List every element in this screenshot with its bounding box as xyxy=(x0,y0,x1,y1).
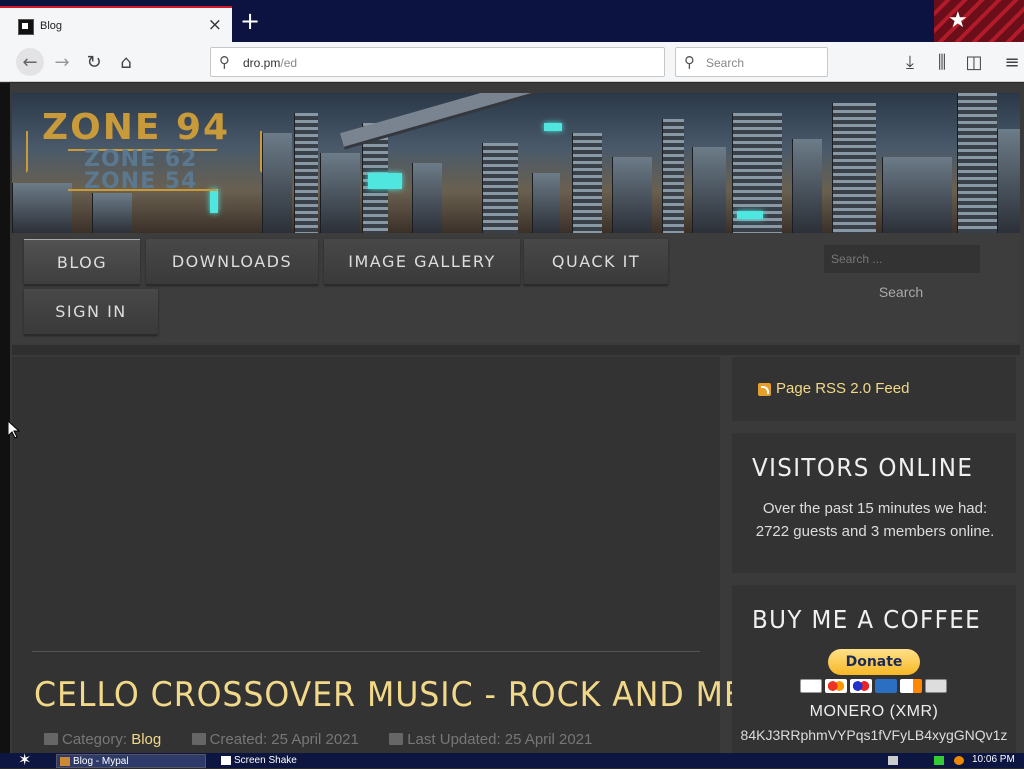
rss-feed-link[interactable]: Page RSS 2.0 Feed xyxy=(776,380,909,397)
divider xyxy=(32,651,700,652)
sidebar: Page RSS 2.0 Feed VISITORS ONLINE Over t… xyxy=(732,357,1016,753)
rss-icon xyxy=(758,383,771,396)
network-icon[interactable] xyxy=(934,756,944,765)
monero-address[interactable]: 84KJ3RRphmVYPqs1fVFyLB4xygGNQv1z xyxy=(732,727,1016,743)
separator xyxy=(12,345,1020,355)
post-title[interactable]: CELLO CROSSOVER MUSIC - ROCK AND METAL xyxy=(34,675,804,715)
browser-search-input[interactable]: ⚲ Search xyxy=(675,47,828,77)
tab-blog[interactable]: Blog × xyxy=(0,6,232,42)
main-content: CELLO CROSSOVER MUSIC - ROCK AND METAL C… xyxy=(12,357,803,753)
web-page: ZONE 94 ZONE 62 ZONE 54 BLOG DOWNLOADS I… xyxy=(0,83,1024,753)
browser-toolbar: ← → ↻ ⌂ ⚲ dro.pm/ed ⚲ Search ⤓ ⫼ ◫ ≡ xyxy=(0,42,1024,82)
sidebar-icon[interactable]: ◫ xyxy=(962,50,986,74)
site-search-input[interactable]: Search ... xyxy=(824,245,980,273)
logo-sub-text-2: ZONE 54 xyxy=(84,169,198,194)
tray-app-icon[interactable] xyxy=(954,756,964,765)
back-button[interactable]: ← xyxy=(16,48,44,76)
mouse-cursor-icon xyxy=(7,419,21,444)
amex-icon xyxy=(875,679,897,693)
category-label: Category: xyxy=(62,731,128,748)
updated-date: Last Updated: 25 April 2021 xyxy=(407,731,593,748)
tab-strip: ★ Blog × + xyxy=(0,0,1024,42)
calendar-icon xyxy=(389,733,404,745)
app-icon xyxy=(221,756,231,765)
keyboard-icon[interactable] xyxy=(888,756,898,765)
nav-item-quack-it[interactable]: QUACK IT xyxy=(524,239,668,285)
calendar-icon xyxy=(191,733,206,745)
site-nav-menu: BLOG DOWNLOADS IMAGE GALLERY QUACK IT SI… xyxy=(12,233,1020,343)
nav-item-blog[interactable]: BLOG xyxy=(24,239,140,285)
browser-icon xyxy=(60,757,70,766)
discover-icon xyxy=(900,679,922,693)
star-icon: ★ xyxy=(948,8,968,33)
taskbar-item-screen-shake[interactable]: Screen Shake xyxy=(218,754,358,768)
coffee-module: BUY ME A COFFEE Donate MONERO (XMR) 84KJ… xyxy=(732,585,1016,753)
home-button[interactable]: ⌂ xyxy=(114,50,138,74)
payment-cards xyxy=(800,679,947,693)
hamburger-menu-icon[interactable]: ≡ xyxy=(1000,50,1024,74)
nav-item-sign-in[interactable]: SIGN IN xyxy=(24,289,158,335)
rss-module: Page RSS 2.0 Feed xyxy=(732,357,1016,421)
reload-button[interactable]: ↻ xyxy=(82,50,106,74)
visitors-text: Over the past 15 minutes we had: 2722 gu… xyxy=(755,500,995,540)
url-text: dro.pm/ed xyxy=(243,56,298,70)
browser-search-placeholder: Search xyxy=(706,56,745,70)
start-menu-icon[interactable]: ✶ xyxy=(18,750,31,769)
download-icon[interactable]: ⤓ xyxy=(898,50,922,74)
visa-icon xyxy=(800,679,822,693)
forward-button[interactable]: → xyxy=(50,50,74,74)
mastercard-icon xyxy=(825,679,847,693)
logo-main-text: ZONE 94 xyxy=(42,107,231,148)
site-favicon-icon xyxy=(18,19,34,35)
site-logo[interactable]: ZONE 94 ZONE 62 ZONE 54 xyxy=(26,107,266,197)
tab-title: Blog xyxy=(40,20,63,32)
donate-button[interactable]: Donate xyxy=(828,649,920,675)
search-icon: ⚲ xyxy=(219,53,230,71)
category-link[interactable]: Blog xyxy=(131,731,161,748)
visitors-module: VISITORS ONLINE Over the past 15 minutes… xyxy=(732,433,1016,573)
maestro-icon xyxy=(850,679,872,693)
new-tab-button[interactable]: + xyxy=(240,9,260,33)
library-icon[interactable]: ⫼ xyxy=(930,50,954,74)
taskbar-item-browser[interactable]: Blog - Mypal xyxy=(56,754,206,768)
folder-icon xyxy=(44,733,58,745)
site-search-button[interactable]: Search xyxy=(868,277,934,307)
url-bar[interactable]: ⚲ dro.pm/ed xyxy=(210,47,665,77)
created-date: Created: 25 April 2021 xyxy=(209,731,359,748)
nav-item-image-gallery[interactable]: IMAGE GALLERY xyxy=(324,239,520,285)
search-icon: ⚲ xyxy=(684,53,695,71)
coffee-title: BUY ME A COFFEE xyxy=(752,605,982,634)
post-meta: Category: Blog Created: 25 April 2021 La… xyxy=(44,731,592,748)
clock[interactable]: 10:06 PM xyxy=(972,754,1015,765)
card-icon xyxy=(925,679,947,693)
monero-label: MONERO (XMR) xyxy=(809,703,939,720)
header-banner: ZONE 94 ZONE 62 ZONE 54 xyxy=(12,93,1020,233)
close-tab-icon[interactable]: × xyxy=(208,15,222,35)
os-taskbar: ✶ Blog - Mypal Screen Shake 10:06 PM xyxy=(0,750,1024,769)
nav-item-downloads[interactable]: DOWNLOADS xyxy=(146,239,318,285)
page-left-edge xyxy=(0,83,10,753)
visitors-title: VISITORS ONLINE xyxy=(752,453,974,482)
